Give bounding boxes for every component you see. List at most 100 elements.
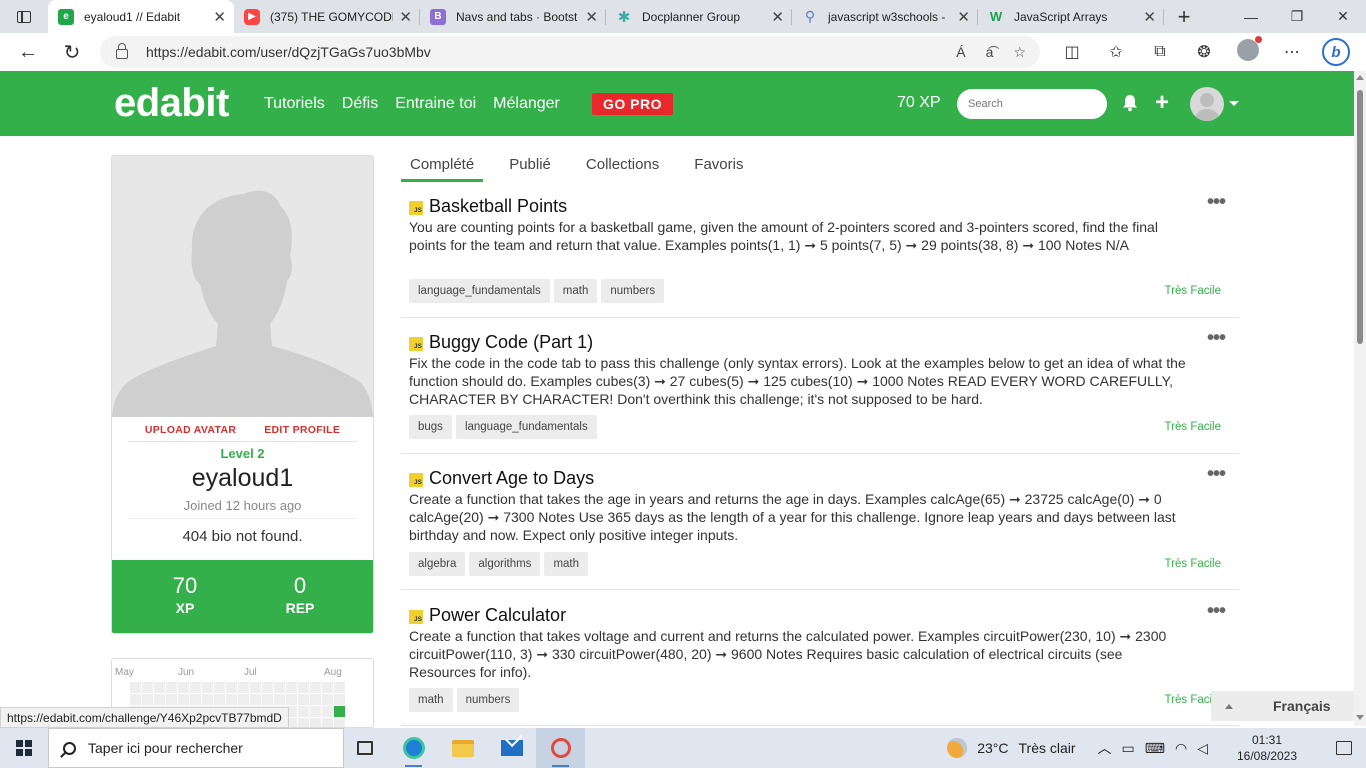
new-tab-button[interactable]: + (1164, 0, 1204, 33)
challenge-item[interactable]: JS Power Calculator ••• Create a functio… (401, 600, 1239, 726)
split-screen-icon[interactable]: ◫ (1050, 42, 1094, 62)
activity-cell[interactable] (322, 682, 333, 693)
browser-tab-w3schools[interactable]: W JavaScript Arrays ✕ (978, 0, 1164, 33)
browser-tab-docplanner[interactable]: ✱ Docplanner Group ✕ (606, 0, 792, 33)
activity-cell[interactable] (142, 694, 153, 705)
challenge-item[interactable]: JS Buggy Code (Part 1) ••• Fix the code … (401, 327, 1239, 454)
notifications-bell-icon[interactable] (1122, 94, 1138, 112)
activity-cell[interactable] (262, 694, 273, 705)
tag[interactable]: language_fundamentals (455, 415, 597, 439)
activity-cell[interactable] (298, 718, 309, 727)
tag[interactable]: math (553, 279, 598, 303)
tag[interactable]: language_fundamentals (409, 279, 550, 303)
tag[interactable]: algorithms (469, 552, 541, 576)
scroll-up-icon[interactable] (1356, 75, 1364, 80)
chevron-up-icon[interactable]: ︿ (1098, 738, 1112, 758)
language-selector[interactable]: Français (1211, 691, 1354, 721)
battery-icon[interactable]: ▭ (1122, 740, 1135, 757)
activity-cell[interactable] (214, 682, 225, 693)
tag[interactable]: numbers (456, 688, 520, 712)
back-button[interactable]: ← (6, 33, 50, 71)
close-icon[interactable]: ✕ (585, 8, 598, 26)
nav-practice[interactable]: Entraine toi (395, 95, 476, 113)
minimize-icon[interactable]: — (1228, 0, 1274, 33)
tab-published[interactable]: Publié (500, 146, 560, 182)
close-icon[interactable]: ✕ (957, 8, 970, 26)
activity-cell[interactable] (310, 682, 321, 693)
activity-cell[interactable] (298, 682, 309, 693)
challenge-title[interactable]: Basketball Points (429, 196, 567, 217)
activity-cell[interactable] (310, 694, 321, 705)
activity-cell[interactable] (238, 694, 249, 705)
app-taskbar-button[interactable] (536, 728, 585, 768)
restore-icon[interactable]: ❐ (1274, 0, 1320, 33)
chevron-down-icon[interactable] (1229, 101, 1239, 106)
more-options-icon[interactable]: ••• (1207, 600, 1226, 623)
clock[interactable]: 01:31 16/08/2023 (1222, 732, 1312, 764)
tab-favorites[interactable]: Favoris (685, 146, 752, 182)
activity-cell[interactable] (142, 682, 153, 693)
upload-avatar-link[interactable]: UPLOAD AVATAR (145, 424, 236, 436)
activity-cell[interactable] (298, 706, 309, 717)
scroll-thumb[interactable] (1357, 90, 1363, 344)
translate-icon[interactable]: a͡ (986, 44, 994, 60)
read-aloud-icon[interactable]: Á (956, 44, 965, 60)
activity-cell[interactable] (322, 706, 333, 717)
weather-icon[interactable] (947, 738, 968, 758)
activity-cell[interactable] (178, 694, 189, 705)
activity-cell[interactable] (130, 694, 141, 705)
activity-cell[interactable] (214, 694, 225, 705)
file-explorer-button[interactable] (438, 728, 487, 768)
temperature[interactable]: 23°C (977, 740, 1008, 756)
activity-cell[interactable] (166, 694, 177, 705)
more-options-icon[interactable]: ••• (1207, 327, 1226, 350)
tab-actions-menu-button[interactable] (0, 0, 48, 33)
activity-cell[interactable] (310, 706, 321, 717)
add-plus-icon[interactable]: + (1155, 89, 1169, 117)
edge-taskbar-button[interactable] (389, 728, 438, 768)
favorites-icon[interactable]: ✩ (1094, 42, 1138, 62)
activity-cell[interactable] (274, 682, 285, 693)
close-icon[interactable]: ✕ (213, 8, 226, 26)
activity-cell[interactable] (202, 694, 213, 705)
activity-cell[interactable] (130, 682, 141, 693)
browser-tab-edabit[interactable]: e eyaloud1 // Edabit ✕ (48, 0, 234, 33)
favorite-star-icon[interactable]: ☆ (1013, 44, 1026, 61)
challenge-item[interactable]: JS Basketball Points ••• You are countin… (401, 191, 1239, 318)
activity-cell[interactable] (226, 682, 237, 693)
tag[interactable]: algebra (409, 552, 466, 576)
tag[interactable]: math (409, 688, 453, 712)
challenge-title[interactable]: Convert Age to Days (429, 468, 594, 489)
close-icon[interactable]: ✕ (399, 8, 412, 26)
extensions-icon[interactable]: ❂ (1182, 42, 1226, 62)
notifications-button[interactable] (1322, 728, 1366, 768)
more-options-icon[interactable]: ••• (1207, 463, 1226, 486)
wifi-icon[interactable]: ◠ (1175, 740, 1187, 757)
activity-cell[interactable] (250, 694, 261, 705)
keyboard-icon[interactable]: ⌨ (1145, 740, 1165, 757)
tag[interactable]: bugs (409, 415, 452, 439)
activity-cell[interactable] (154, 694, 165, 705)
scroll-down-icon[interactable] (1356, 715, 1364, 720)
mail-button[interactable] (487, 728, 536, 768)
page-scrollbar[interactable] (1354, 71, 1366, 726)
activity-cell[interactable] (334, 682, 345, 693)
volume-icon[interactable]: ◁ (1197, 740, 1208, 757)
close-icon[interactable]: ✕ (771, 8, 784, 26)
activity-cell[interactable] (286, 682, 297, 693)
nav-shuffle[interactable]: Mélanger (493, 95, 560, 113)
activity-cell[interactable] (334, 706, 345, 717)
challenge-title[interactable]: Buggy Code (Part 1) (429, 332, 593, 353)
browser-tab-youtube[interactable]: ▶ (375) THE GOMYCODE ✕ (234, 0, 420, 33)
tab-collections[interactable]: Collections (577, 146, 668, 182)
activity-cell[interactable] (250, 682, 261, 693)
go-pro-button[interactable]: GO PRO (592, 93, 674, 115)
task-view-button[interactable] (340, 728, 389, 768)
more-menu-icon[interactable]: ⋯ (1270, 42, 1314, 62)
close-window-icon[interactable]: ✕ (1320, 0, 1366, 33)
challenge-item[interactable]: JS Convert Age to Days ••• Create a func… (401, 463, 1239, 590)
activity-cell[interactable] (310, 718, 321, 727)
bing-button[interactable]: b (1314, 38, 1358, 66)
challenge-title[interactable]: Power Calculator (429, 605, 566, 626)
url-bar[interactable]: https://edabit.com/user/dQzjTGaGs7uo3bMb… (100, 36, 1040, 68)
